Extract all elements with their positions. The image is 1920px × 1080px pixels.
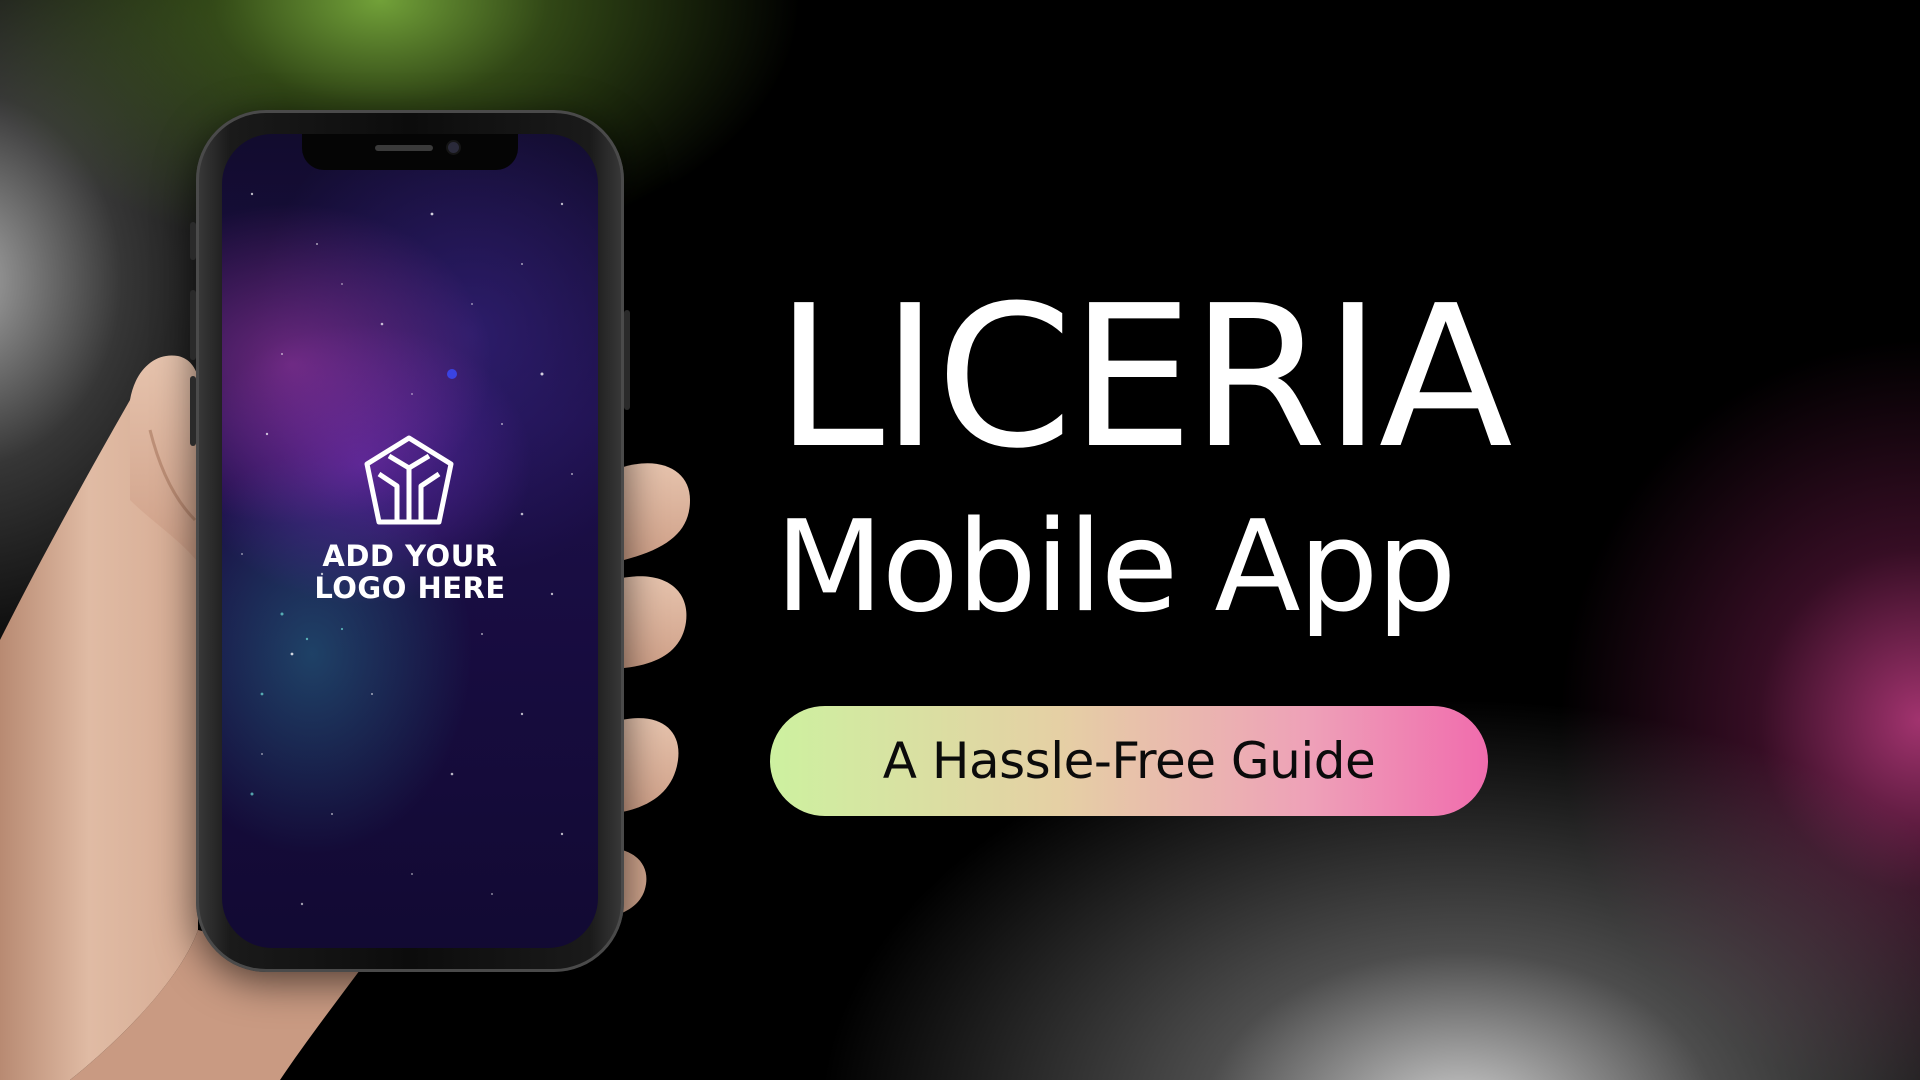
- hexagon-logo-icon: [364, 435, 454, 525]
- app-subtitle: Mobile App: [775, 493, 1457, 640]
- phone-notch: [302, 134, 518, 170]
- front-camera-icon: [448, 142, 459, 153]
- logo-text-line-1: ADD YOUR: [322, 539, 498, 573]
- logo-text-line-2: LOGO HERE: [314, 571, 506, 605]
- phone-volume-down-button: [190, 376, 196, 446]
- phone-power-button: [624, 310, 630, 410]
- phone-mockup: ADD YOUR LOGO HERE: [190, 110, 630, 972]
- app-title: LICERIA: [775, 264, 1513, 492]
- tagline-pill: A Hassle-Free Guide: [770, 706, 1488, 816]
- phone-volume-up-button: [190, 290, 196, 360]
- speaker-grille: [375, 145, 433, 151]
- phone-side-button: [190, 222, 196, 260]
- logo-placeholder-text: ADD YOUR LOGO HERE: [222, 540, 598, 604]
- tagline-text: A Hassle-Free Guide: [882, 732, 1376, 790]
- banner-canvas: ADD YOUR LOGO HERE LICERIA Mobile App A …: [0, 0, 1920, 1080]
- phone-screen: ADD YOUR LOGO HERE: [222, 134, 598, 948]
